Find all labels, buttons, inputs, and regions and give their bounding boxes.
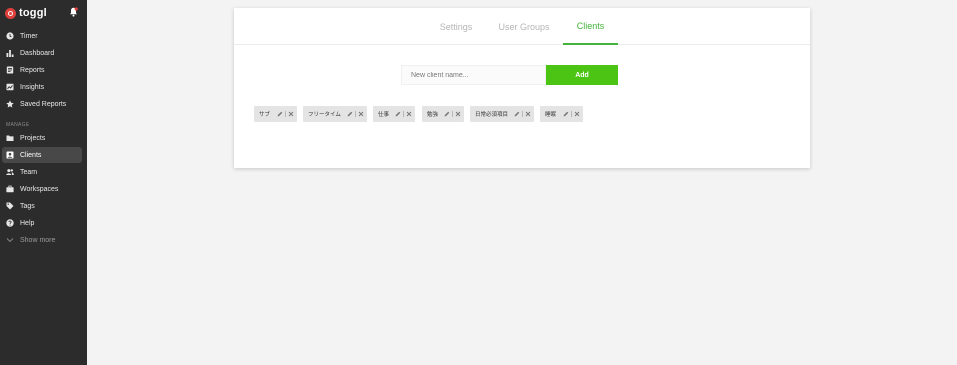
bar-chart-icon xyxy=(6,49,14,57)
delete-x-icon[interactable] xyxy=(406,111,412,117)
sidebar-item-label: Saved Reports xyxy=(20,100,67,108)
client-name: 仕事 xyxy=(378,112,390,118)
chip-divider xyxy=(403,111,404,117)
settings-tabs: Settings User Groups Clients xyxy=(234,8,810,45)
insights-icon xyxy=(6,83,14,91)
notification-bell-icon[interactable] xyxy=(69,7,78,17)
client-icon xyxy=(6,151,14,159)
sidebar-item-label: Help xyxy=(20,219,35,227)
clock-icon xyxy=(6,32,14,40)
delete-x-icon[interactable] xyxy=(455,111,461,117)
add-client-button[interactable]: Add xyxy=(546,65,618,85)
toggl-logo[interactable]: toggl xyxy=(5,5,47,21)
sidebar-item-projects[interactable]: Projects xyxy=(2,130,82,146)
edit-pencil-icon[interactable] xyxy=(347,111,353,117)
report-icon xyxy=(6,66,14,74)
folder-icon xyxy=(6,134,14,142)
sidebar-item-timer[interactable]: Timer xyxy=(2,28,82,44)
sidebar-item-help[interactable]: Help xyxy=(2,215,82,231)
sidebar-item-label: Reports xyxy=(20,66,45,74)
sidebar-item-dashboard[interactable]: Dashboard xyxy=(2,45,82,61)
chip-divider xyxy=(571,111,572,117)
show-more-label: Show more xyxy=(20,236,56,244)
edit-pencil-icon[interactable] xyxy=(277,111,283,117)
client-name: サブ xyxy=(259,112,271,118)
client-chip: 日常必須項目 xyxy=(470,106,534,122)
client-chip: フリータイム xyxy=(303,106,367,122)
sidebar-item-label: Timer xyxy=(20,32,38,40)
tab-user-groups[interactable]: User Groups xyxy=(496,8,552,45)
sidebar-item-label: Workspaces xyxy=(20,185,59,193)
edit-pencil-icon[interactable] xyxy=(444,111,450,117)
chip-divider xyxy=(522,111,523,117)
delete-x-icon[interactable] xyxy=(358,111,364,117)
client-name: 睡眠 xyxy=(545,112,557,118)
sidebar-item-reports[interactable]: Reports xyxy=(2,62,82,78)
sidebar-item-saved-reports[interactable]: Saved Reports xyxy=(2,96,82,112)
chip-divider xyxy=(452,111,453,117)
new-client-name-input[interactable] xyxy=(401,65,546,85)
tag-icon xyxy=(6,202,14,210)
edit-pencil-icon[interactable] xyxy=(395,111,401,117)
sidebar-item-insights[interactable]: Insights xyxy=(2,79,82,95)
sidebar-item-label: Insights xyxy=(20,83,45,91)
edit-pencil-icon[interactable] xyxy=(563,111,569,117)
clients-panel: Settings User Groups Clients Add サブ フリータ… xyxy=(234,8,810,168)
client-name: フリータイム xyxy=(308,112,341,118)
client-chip: 仕事 xyxy=(373,106,415,122)
sidebar: toggl Timer Dashboard Reports Insights S… xyxy=(0,0,87,365)
edit-pencil-icon[interactable] xyxy=(514,111,520,117)
show-more-toggle[interactable]: Show more xyxy=(2,232,82,248)
star-icon xyxy=(6,100,14,108)
sidebar-item-label: Tags xyxy=(20,202,35,210)
chip-divider xyxy=(355,111,356,117)
delete-x-icon[interactable] xyxy=(288,111,294,117)
client-name: 勉強 xyxy=(427,112,439,118)
team-icon xyxy=(6,168,14,176)
sidebar-item-tags[interactable]: Tags xyxy=(2,198,82,214)
client-chip: サブ xyxy=(254,106,297,122)
sidebar-item-team[interactable]: Team xyxy=(2,164,82,180)
brand-name: toggl xyxy=(19,7,47,19)
client-chip: 睡眠 xyxy=(540,106,583,122)
sidebar-item-label: Dashboard xyxy=(20,49,55,57)
client-name: 日常必須項目 xyxy=(475,112,509,118)
manage-section-label: MANAGE xyxy=(6,122,30,128)
chip-divider xyxy=(285,111,286,117)
sidebar-item-label: Projects xyxy=(20,134,46,142)
sidebar-item-label: Clients xyxy=(20,151,42,159)
help-icon xyxy=(6,219,14,227)
tab-clients[interactable]: Clients xyxy=(563,8,618,45)
chevron-down-icon xyxy=(6,236,14,244)
tab-settings[interactable]: Settings xyxy=(434,8,478,45)
sidebar-item-clients[interactable]: Clients xyxy=(2,147,82,163)
briefcase-icon xyxy=(6,185,14,193)
toggl-logo-icon xyxy=(5,7,16,19)
delete-x-icon[interactable] xyxy=(525,111,531,117)
delete-x-icon[interactable] xyxy=(574,111,580,117)
sidebar-item-workspaces[interactable]: Workspaces xyxy=(2,181,82,197)
client-chip: 勉強 xyxy=(422,106,464,122)
sidebar-item-label: Team xyxy=(20,168,38,176)
